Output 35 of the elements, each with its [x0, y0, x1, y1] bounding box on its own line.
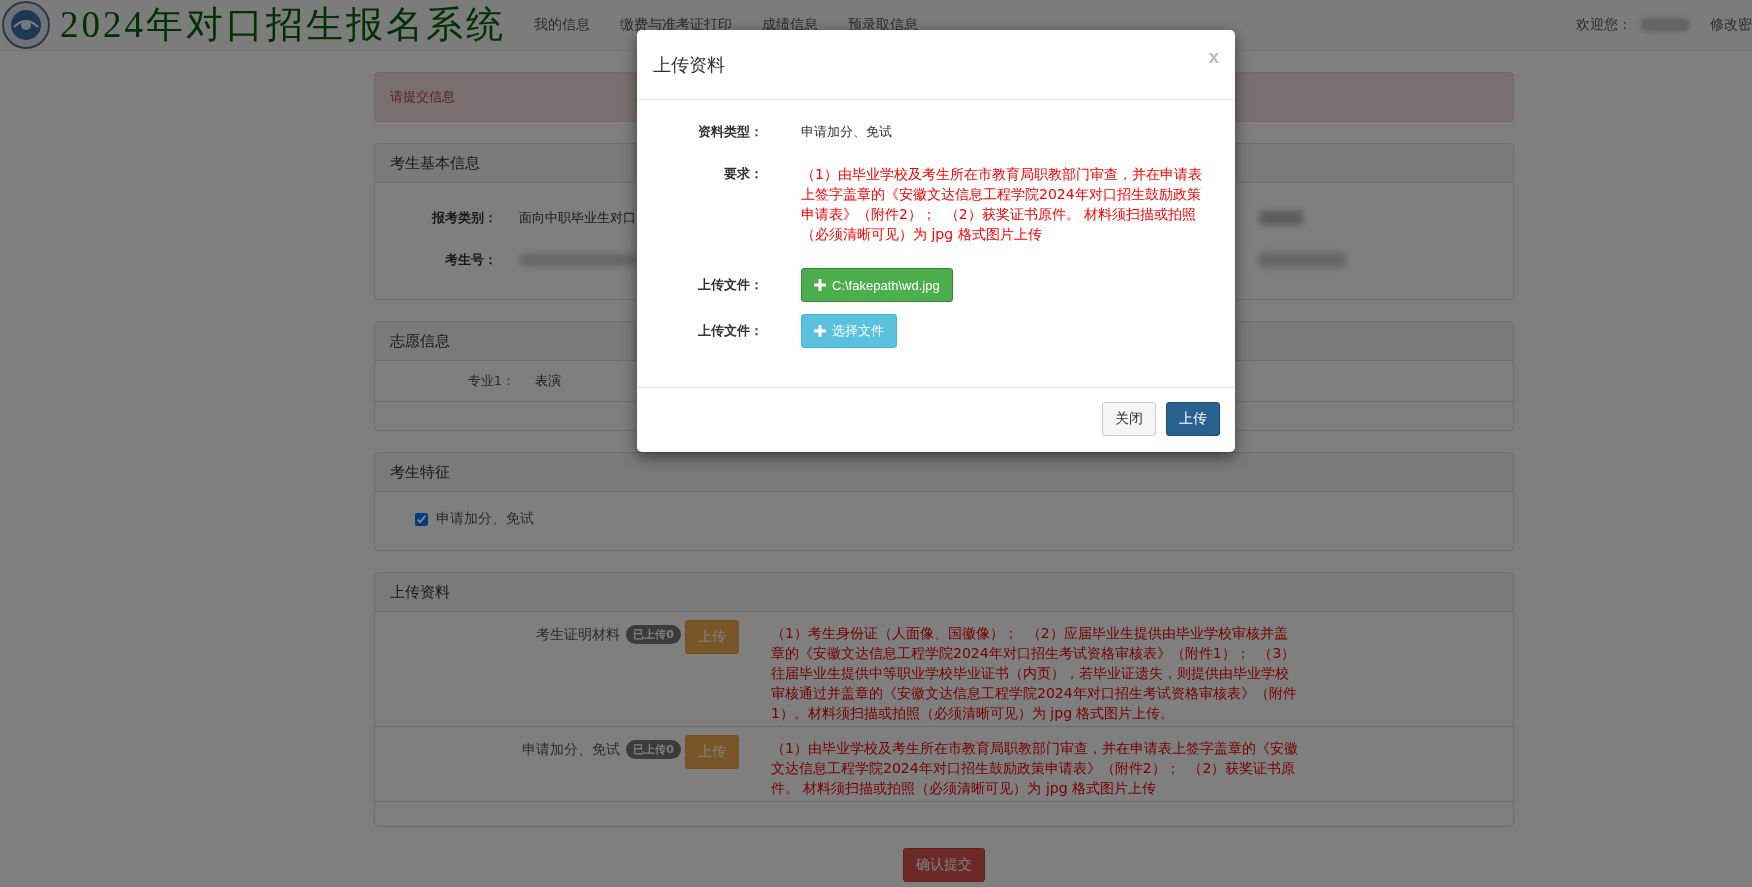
field-value: 表演 [535, 372, 561, 390]
upload-count-badge: 已上传0 [626, 625, 681, 644]
close-button[interactable]: 关闭 [1102, 402, 1156, 436]
close-button[interactable]: x [1208, 45, 1219, 68]
upload-count-badge: 已上传0 [626, 740, 681, 759]
plus-icon [814, 325, 826, 337]
field-label: 报考类别： [430, 209, 497, 227]
change-password-link[interactable]: 修改密 [1710, 16, 1752, 34]
field-value: 申请加分、免试 [801, 123, 892, 141]
plus-icon [814, 279, 826, 291]
upload-button[interactable]: 上传 [685, 620, 739, 654]
field-label: 专业1： [466, 372, 515, 390]
submit-button[interactable]: 确认提交 [903, 848, 985, 882]
field-label: 要求： [723, 165, 763, 183]
welcome-text: 欢迎您： [1576, 16, 1632, 34]
material-name: 考生证明材料 [536, 625, 621, 644]
panel-title: 上传资料 [375, 573, 1513, 612]
requirement-text: （1）考生身份证（人面像、国徽像）； （2）应届毕业生提供由毕业学校审核并盖章的《安徽文达信息工程学院2024年对口招生考试资格审核表》（附件1）； （3）往届毕业生提供中等职业学校毕业证书（内页），若毕业证遗失，则提供由毕业学校审核通过并盖章的《安徽文达信息工程学院2024年对口招生考试资格审核表》（附件 1）。材料须扫描或拍照（必须清晰可见）为 jpg 格式图片上传。 [771, 624, 1298, 723]
material-name: 申请加分、免试 [522, 740, 621, 759]
upload-button[interactable]: 上传 [1166, 402, 1220, 436]
file-button[interactable]: 选择文件 [801, 314, 897, 348]
field-label: 考生号： [444, 251, 497, 269]
field-label: 资料类型： [697, 123, 763, 141]
checkbox-label: 申请加分、免试 [436, 510, 534, 528]
field-value: 面向中职毕业生对口 [519, 209, 636, 227]
file-button[interactable]: C:\fakepath\wd.jpg [801, 268, 953, 302]
requirement-text: （1）由毕业学校及考生所在市教育局职教部门审查，并在申请表上签字盖章的《安徽文达信息工程学院2024年对口招生鼓励政策申请表》（附件2）； （2）获奖证书原件。 材料须扫描或拍照（必须清晰可见）为 jpg 格式图片上传 [771, 739, 1299, 798]
site-title: 2024年对口招生报名系统 [60, 3, 506, 47]
checkbox[interactable] [415, 512, 428, 526]
blurred-value [1259, 211, 1303, 225]
panel-title: 考生特征 [375, 453, 1513, 492]
field-label: 上传文件： [697, 322, 763, 340]
nav-link[interactable]: 我的信息 [534, 16, 590, 34]
field-label: 上传文件： [697, 276, 763, 294]
upload-button[interactable]: 上传 [685, 735, 739, 769]
